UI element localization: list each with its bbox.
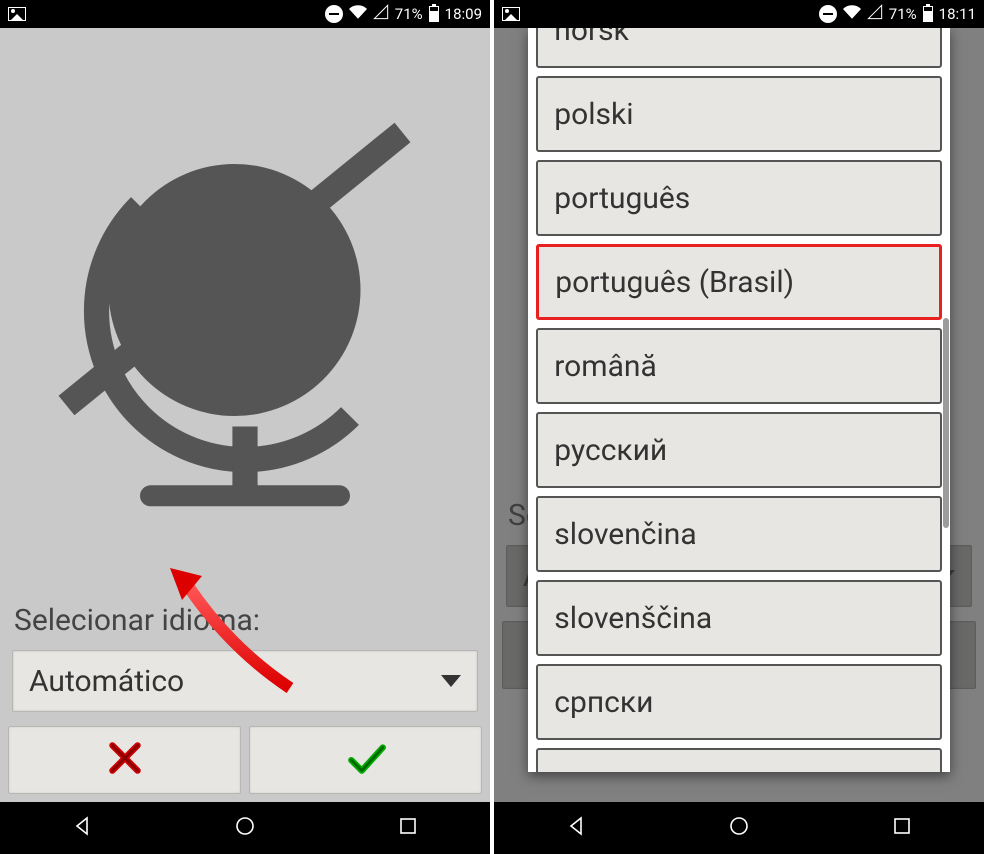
language-option[interactable]: slovenčina <box>536 496 941 572</box>
language-option-selected[interactable]: português (Brasil) <box>536 244 941 320</box>
language-option[interactable]: norsk <box>536 28 941 68</box>
language-option[interactable]: русский <box>536 412 941 488</box>
navigation-bar <box>494 802 984 854</box>
back-button[interactable] <box>70 814 94 842</box>
chevron-down-icon <box>441 675 461 687</box>
phone-left: 71% 18:09 Selecionar idioma: Automático <box>0 0 490 854</box>
battery-percentage: 71% <box>395 5 423 23</box>
language-option[interactable]: română <box>536 328 941 404</box>
select-language-label: Selecionar idioma: <box>0 597 490 644</box>
language-option[interactable]: slovenščina <box>536 580 941 656</box>
language-option[interactable]: српски <box>536 664 941 740</box>
back-button[interactable] <box>564 814 588 842</box>
battery-percentage: 71% <box>889 5 917 23</box>
dnd-icon <box>819 5 837 23</box>
home-button[interactable] <box>233 814 257 842</box>
cell-signal-icon <box>867 4 883 24</box>
recents-button[interactable] <box>890 814 914 842</box>
dnd-icon <box>325 5 343 23</box>
battery-icon <box>429 6 439 22</box>
home-button[interactable] <box>727 814 751 842</box>
recents-button[interactable] <box>396 814 420 842</box>
content-area: Selecionar idioma: Automático <box>0 28 490 802</box>
screenshot-icon <box>8 7 26 21</box>
dropdown-value: Automático <box>29 664 184 699</box>
navigation-bar <box>0 802 490 854</box>
cross-icon <box>104 737 146 783</box>
check-icon <box>345 737 387 783</box>
globe-illustration <box>0 28 490 597</box>
confirm-button[interactable] <box>249 726 482 794</box>
cell-signal-icon <box>373 4 389 24</box>
language-option[interactable]: português <box>536 160 941 236</box>
language-option[interactable]: polski <box>536 76 941 152</box>
language-list-popup: norsk polski português português (Brasil… <box>528 28 949 772</box>
language-option[interactable]: svenska <box>536 748 941 772</box>
scrollbar[interactable] <box>943 318 949 528</box>
status-bar: 71% 18:11 <box>494 0 984 28</box>
status-time: 18:11 <box>939 5 976 23</box>
battery-icon <box>923 6 933 22</box>
modal-overlay[interactable]: norsk polski português português (Brasil… <box>494 28 984 802</box>
screenshot-icon <box>502 7 520 21</box>
phone-right: 71% 18:11 Selecionar idioma: <box>494 0 984 854</box>
language-dropdown[interactable]: Automático <box>12 650 478 712</box>
status-bar: 71% 18:09 <box>0 0 490 28</box>
wifi-icon <box>349 3 367 25</box>
cancel-button[interactable] <box>8 726 241 794</box>
status-time: 18:09 <box>445 5 482 23</box>
wifi-icon <box>843 3 861 25</box>
